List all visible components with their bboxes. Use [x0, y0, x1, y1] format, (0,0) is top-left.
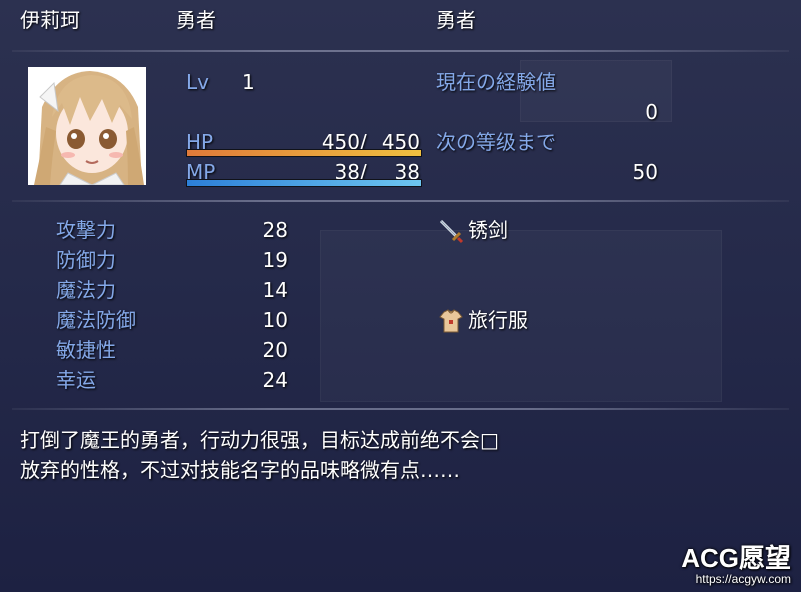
next-level-label: 次の等级まで — [436, 130, 556, 154]
profile-line-2: 放弃的性格，不过对技能名字的品味略微有点…… — [20, 458, 460, 482]
level-value: 1 — [242, 70, 255, 94]
param-value-defense: 19 — [262, 248, 288, 272]
param-label-attack: 攻撃力 — [56, 218, 116, 242]
equip-armor-name: 旅行服 — [468, 308, 528, 332]
armor-icon — [438, 308, 464, 334]
mp-gauge — [186, 179, 422, 187]
next-level-value: 50 — [632, 160, 658, 184]
param-label-defense: 防御力 — [56, 248, 116, 272]
actor-face-portrait — [28, 67, 146, 185]
mp-gauge-fill — [187, 180, 421, 186]
level-label: Lv — [186, 70, 209, 94]
param-value-magic-attack: 14 — [262, 278, 288, 302]
param-label-magic-defense: 魔法防御 — [56, 308, 136, 332]
divider-middle — [12, 200, 789, 202]
current-exp-label: 現在の経験値 — [436, 70, 556, 94]
current-exp-value: 0 — [645, 100, 658, 124]
actor-name: 伊莉珂 — [20, 8, 80, 32]
param-value-luck: 24 — [262, 368, 288, 392]
actor-class: 勇者 — [176, 8, 216, 32]
watermark: ACG愿望 https://acgyw.com — [681, 544, 791, 586]
param-value-attack: 28 — [262, 218, 288, 242]
hp-gauge-fill — [187, 150, 421, 156]
divider-bottom — [12, 408, 789, 410]
actor-nickname: 勇者 — [436, 8, 476, 32]
param-value-agility: 20 — [262, 338, 288, 362]
hp-gauge — [186, 149, 422, 157]
sword-icon — [438, 218, 464, 244]
param-value-magic-defense: 10 — [262, 308, 288, 332]
param-label-agility: 敏捷性 — [56, 338, 116, 362]
status-window: 伊莉珂 勇者 勇者 Lv 1 HP 450 / 450 MP 38 / 38 現… — [0, 0, 801, 592]
watermark-title: ACG愿望 — [681, 543, 791, 573]
watermark-url: https://acgyw.com — [695, 572, 791, 586]
equip-weapon-name: 锈剑 — [468, 218, 508, 242]
param-label-luck: 幸运 — [56, 368, 96, 392]
profile-line-1: 打倒了魔王的勇者，行动力很强，目标达成前绝不会□ — [20, 428, 499, 452]
divider-top — [12, 50, 789, 52]
param-label-magic-attack: 魔法力 — [56, 278, 116, 302]
